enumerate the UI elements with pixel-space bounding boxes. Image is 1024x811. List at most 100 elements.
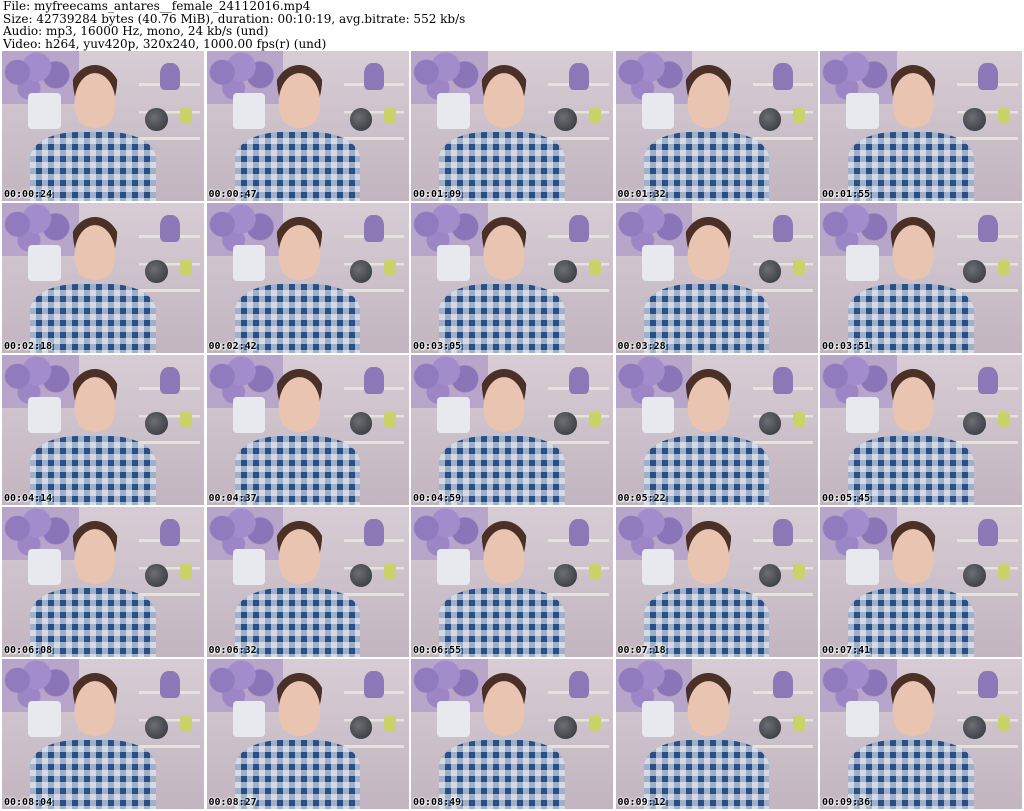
person-head xyxy=(682,672,735,736)
flower-vase xyxy=(641,549,675,585)
shelf-jar xyxy=(588,716,601,731)
thumbnail-timestamp: 00:01:32 xyxy=(617,189,666,200)
flower-vase xyxy=(437,397,470,433)
person-head xyxy=(477,216,531,280)
shelf-globe xyxy=(145,716,168,739)
flower-vase xyxy=(846,397,879,433)
flower-vase xyxy=(28,701,61,737)
video-thumbnail: 00:02:18 xyxy=(2,203,204,353)
person-head xyxy=(682,216,735,280)
video-thumbnail: 00:05:45 xyxy=(820,355,1022,505)
shelf-decor xyxy=(159,671,180,698)
shelf-decor xyxy=(977,367,998,394)
video-thumbnail: 00:07:18 xyxy=(615,507,818,657)
thumbnail-timestamp: 00:08:04 xyxy=(4,797,53,808)
shelf-globe xyxy=(349,108,373,131)
video-thumbnail: 00:06:55 xyxy=(411,507,613,657)
video-thumbnail: 00:09:12 xyxy=(615,659,818,809)
thumbnail-timestamp: 00:07:18 xyxy=(617,645,666,656)
shelf-decor xyxy=(773,63,794,90)
video-thumbnail: 00:04:37 xyxy=(206,355,409,505)
shelf-jar xyxy=(384,260,397,275)
shelf-jar xyxy=(793,716,806,731)
video-thumbnail: 00:04:14 xyxy=(2,355,204,505)
shelf-globe xyxy=(963,260,986,283)
shelf-jar xyxy=(997,412,1010,427)
shelf-jar xyxy=(997,260,1010,275)
flower-vase xyxy=(846,245,879,281)
shelf-decor xyxy=(568,519,589,546)
video-info-line: Video: h264, yuv420p, 320x240, 1000.00 f… xyxy=(3,36,327,51)
shelf-jar xyxy=(997,716,1010,731)
shelf-decor xyxy=(568,63,589,90)
shelf-jar xyxy=(179,412,192,427)
flower-vase xyxy=(846,549,879,585)
thumbnail-timestamp: 00:03:05 xyxy=(413,341,462,352)
flower-vase xyxy=(437,701,470,737)
person-head xyxy=(68,64,122,128)
shelf-decor xyxy=(773,215,794,242)
video-thumbnail: 00:01:09 xyxy=(411,51,613,201)
shelf-globe xyxy=(758,412,782,435)
person-head xyxy=(682,64,735,128)
video-thumbnail: 00:08:27 xyxy=(206,659,409,809)
video-thumbnail: 00:03:05 xyxy=(411,203,613,353)
shelf-globe xyxy=(963,716,986,739)
person-head xyxy=(886,672,940,736)
person-head xyxy=(886,368,940,432)
thumbnail-timestamp: 00:02:18 xyxy=(4,341,53,352)
audio-info-line: Audio: mp3, 16000 Hz, mono, 24 kb/s (und… xyxy=(3,24,269,38)
shelf-jar xyxy=(997,108,1010,123)
shelf-globe xyxy=(963,412,986,435)
shelf-decor xyxy=(364,63,385,90)
shelf-decor xyxy=(977,63,998,90)
person-head xyxy=(273,520,326,584)
thumbnail-timestamp: 00:09:12 xyxy=(617,797,666,808)
person-head xyxy=(886,520,940,584)
thumbnail-timestamp: 00:04:37 xyxy=(208,493,257,504)
shelf-globe xyxy=(349,564,373,587)
flower-vase xyxy=(232,549,266,585)
thumbnail-timestamp: 00:04:59 xyxy=(413,493,462,504)
shelf-decor xyxy=(773,671,794,698)
video-thumbnail: 00:00:24 xyxy=(2,51,204,201)
shelf-jar xyxy=(179,260,192,275)
shelf-globe xyxy=(145,108,168,131)
flower-vase xyxy=(28,245,61,281)
shelf-decor xyxy=(977,215,998,242)
person-head xyxy=(477,520,531,584)
person-head xyxy=(477,64,531,128)
thumbnail-timestamp: 00:04:14 xyxy=(4,493,53,504)
thumbnail-timestamp: 00:06:32 xyxy=(208,645,257,656)
shelf-jar xyxy=(384,412,397,427)
flower-vase xyxy=(437,93,470,129)
file-info-header: File: myfreecams_antares__female_2411201… xyxy=(3,0,1021,50)
thumbnail-timestamp: 00:02:42 xyxy=(208,341,257,352)
shelf-decor xyxy=(568,671,589,698)
video-thumbnail: 00:01:32 xyxy=(615,51,818,201)
shelf-decor xyxy=(773,367,794,394)
thumbnail-timestamp: 00:09:36 xyxy=(822,797,871,808)
shelf-globe xyxy=(554,260,577,283)
person-head xyxy=(682,520,735,584)
flower-vase xyxy=(232,397,266,433)
shelf-globe xyxy=(554,564,577,587)
video-thumbnail: 00:08:04 xyxy=(2,659,204,809)
shelf-jar xyxy=(384,716,397,731)
shelf-decor xyxy=(159,215,180,242)
shelf-decor xyxy=(364,367,385,394)
flower-vase xyxy=(437,245,470,281)
person-head xyxy=(68,672,122,736)
person-head xyxy=(273,368,326,432)
shelf-decor xyxy=(159,519,180,546)
shelf-decor xyxy=(773,519,794,546)
video-thumbnail: 00:02:42 xyxy=(206,203,409,353)
shelf-jar xyxy=(997,564,1010,579)
video-thumbnail: 00:06:08 xyxy=(2,507,204,657)
shelf-globe xyxy=(145,260,168,283)
shelf-globe xyxy=(758,716,782,739)
person-head xyxy=(682,368,735,432)
shelf-jar xyxy=(588,260,601,275)
video-thumbnail: 00:03:51 xyxy=(820,203,1022,353)
person-head xyxy=(273,672,326,736)
